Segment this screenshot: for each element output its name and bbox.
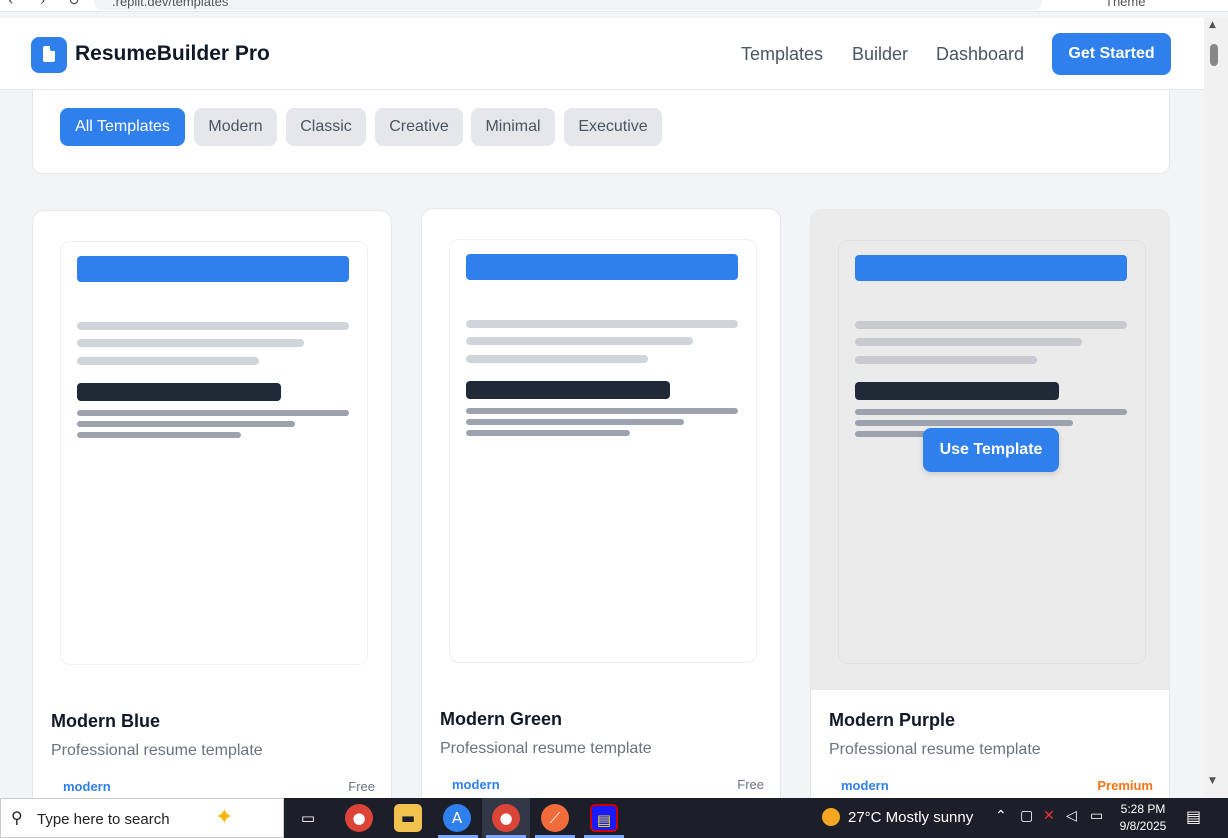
volume-icon[interactable]: ◁ [1066, 808, 1077, 824]
preview-section-bar [466, 381, 670, 399]
app-a-icon[interactable]: A [443, 804, 471, 832]
category-tag: modern [452, 777, 500, 792]
preview-line [466, 355, 648, 363]
task-view-icon[interactable]: ▭ [294, 804, 322, 832]
preview-header-bar [466, 254, 738, 280]
template-card[interactable]: Modern Green Professional resume templat… [421, 208, 781, 808]
chrome-profile-icon[interactable]: ● [492, 804, 520, 832]
preview-header-bar [77, 256, 349, 282]
address-bar[interactable]: .replit.dev/templates [94, 0, 1042, 10]
notes-icon[interactable]: ▤ [590, 804, 618, 832]
filter-all-templates[interactable]: All Templates [60, 108, 185, 146]
chevron-up-icon[interactable]: ⌃ [995, 808, 1007, 824]
preview-line [77, 339, 304, 347]
nav-dashboard[interactable]: Dashboard [936, 44, 1024, 65]
preview-line [77, 421, 295, 427]
file-explorer-icon[interactable]: ▬ [394, 804, 422, 832]
preview-line [466, 320, 738, 328]
theme-label[interactable]: Theme [1105, 0, 1145, 9]
price-badge: Free [737, 777, 764, 792]
compass-icon[interactable]: ⟋ [541, 804, 569, 832]
back-icon[interactable]: ‹ [8, 0, 14, 9]
template-preview[interactable] [449, 239, 757, 663]
preview-line [855, 420, 1073, 426]
system-clock[interactable]: 5:28 PM 9/8/2025 [1110, 801, 1176, 835]
card-description: Professional resume template [51, 742, 263, 759]
filter-classic[interactable]: Classic [286, 108, 366, 146]
weather-text: 27°C Mostly sunny [848, 809, 974, 826]
template-card[interactable]: Modern Blue Professional resume template… [32, 210, 392, 810]
get-started-button[interactable]: Get Started [1052, 33, 1171, 75]
weather-widget[interactable]: 27°C Mostly sunny [822, 808, 973, 826]
sparkle-icon[interactable]: ✦ [215, 805, 233, 830]
filter-creative[interactable]: Creative [375, 108, 463, 146]
template-card[interactable]: Use Template Modern Purple Professional … [810, 209, 1170, 809]
category-tag: modern [841, 778, 889, 793]
template-preview[interactable] [60, 241, 368, 665]
price-badge: Free [348, 779, 375, 794]
scroll-down-icon[interactable]: ▼ [1209, 776, 1216, 786]
card-title: Modern Green [440, 709, 563, 729]
filter-modern[interactable]: Modern [194, 108, 277, 146]
clock-time: 5:28 PM [1120, 802, 1166, 816]
logo-icon[interactable] [31, 37, 67, 73]
chrome-icon[interactable]: ● [345, 804, 373, 832]
card-description: Professional resume template [829, 741, 1041, 758]
search-icon: ⚲ [11, 808, 23, 827]
search-placeholder: Type here to search [37, 811, 170, 828]
preview-line [466, 419, 684, 425]
preview-header-bar [855, 255, 1127, 281]
preview-line [466, 408, 738, 414]
clock-date: 9/8/2025 [1119, 819, 1167, 833]
preview-line [855, 409, 1127, 415]
filter-executive[interactable]: Executive [564, 108, 662, 146]
notifications-icon[interactable]: ▤ [1186, 807, 1201, 826]
nav-builder[interactable]: Builder [852, 44, 908, 65]
reload-icon[interactable]: ↻ [68, 0, 80, 9]
card-description: Professional resume template [440, 740, 652, 757]
preview-line [77, 322, 349, 330]
browser-toolbar: ‹ › ↻ .replit.dev/templates Theme [0, 0, 1228, 12]
nav-templates[interactable]: Templates [741, 44, 823, 65]
preview-line [466, 337, 693, 345]
page-scrollbar[interactable]: ▲ ▼ [1204, 18, 1228, 798]
preview-section-bar [77, 383, 281, 401]
weather-icon [822, 808, 840, 826]
taskbar-search[interactable]: ⚲ Type here to search ✦ [0, 798, 284, 838]
preview-line [855, 356, 1037, 364]
network-error-icon[interactable]: ✕ [1043, 808, 1055, 824]
forward-icon[interactable]: › [40, 0, 46, 9]
windows-taskbar: ⚲ Type here to search ✦ ▭ ● ▬ A ● ⟋ ▤ 27… [0, 798, 1228, 838]
card-title: Modern Purple [829, 710, 956, 730]
preview-line [855, 338, 1082, 346]
category-tag: modern [63, 779, 111, 794]
preview-line [77, 410, 349, 416]
filter-panel: All Templates Modern Classic Creative Mi… [32, 90, 1170, 174]
preview-line [466, 430, 630, 436]
preview-section-bar [855, 382, 1059, 400]
use-template-button[interactable]: Use Template [923, 428, 1059, 472]
filter-minimal[interactable]: Minimal [471, 108, 555, 146]
scrollbar-thumb[interactable] [1210, 44, 1218, 66]
app-header: ResumeBuilder Pro Templates Builder Dash… [0, 18, 1204, 90]
card-title: Modern Blue [51, 711, 161, 731]
meet-icon[interactable]: ▢ [1020, 808, 1033, 824]
price-badge: Premium [1097, 778, 1153, 793]
scroll-up-icon[interactable]: ▲ [1209, 20, 1216, 30]
preview-line [77, 357, 259, 365]
brand-name[interactable]: ResumeBuilder Pro [75, 42, 270, 66]
display-icon[interactable]: ▭ [1090, 808, 1103, 824]
preview-line [855, 321, 1127, 329]
preview-line [77, 432, 241, 438]
